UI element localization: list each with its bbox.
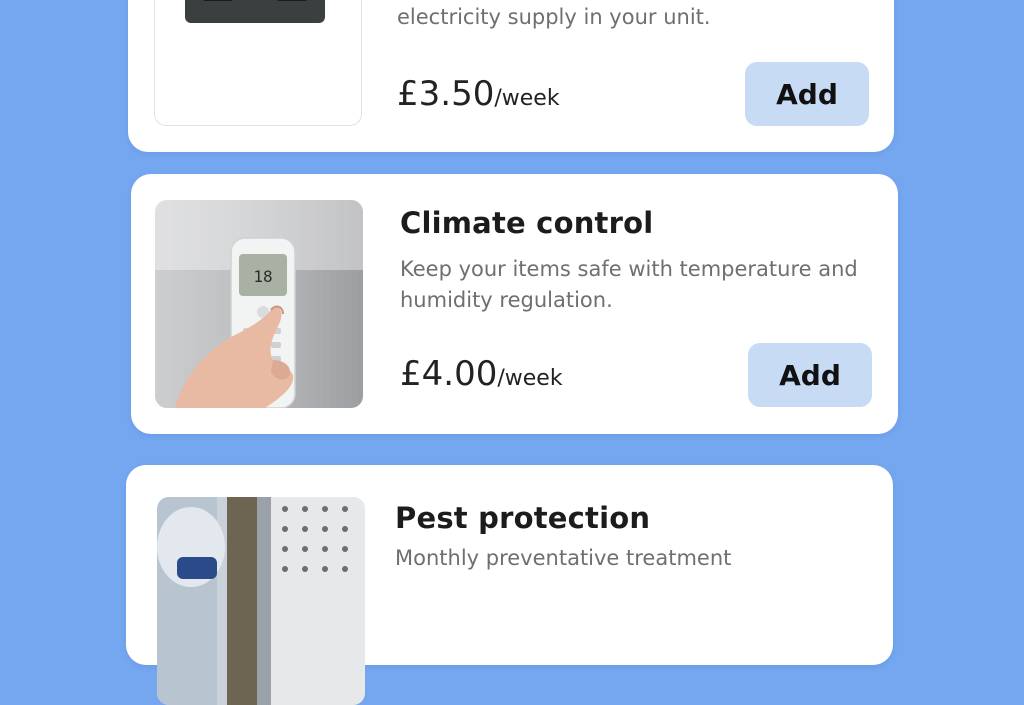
addon-thumbnail bbox=[157, 497, 365, 705]
price-unit: /week bbox=[497, 366, 563, 391]
pest-treatment-icon bbox=[157, 497, 365, 705]
addon-title: Pest protection bbox=[395, 501, 651, 535]
power-socket-icon bbox=[185, 0, 325, 23]
price-amount: £4.00 bbox=[400, 354, 498, 394]
addon-description: Monthly preventative treatment bbox=[395, 546, 732, 570]
addon-title: Climate control bbox=[400, 206, 654, 240]
addon-thumbnail bbox=[154, 0, 362, 126]
addon-card-climate-control: 18 Climate control Keep your items safe … bbox=[131, 174, 898, 434]
ac-remote-icon: 18 bbox=[155, 200, 363, 408]
price-unit: /week bbox=[494, 86, 560, 111]
addon-card-electricity: electricity supply in your unit. £3.50/w… bbox=[128, 0, 894, 152]
add-button[interactable]: Add bbox=[748, 343, 872, 407]
addon-card-pest-protection: Pest protection Monthly preventative tre… bbox=[126, 465, 893, 705]
addon-price: £3.50/week bbox=[397, 74, 560, 114]
addon-description: Keep your items safe with temperature an… bbox=[400, 257, 858, 312]
addon-thumbnail: 18 bbox=[155, 200, 363, 408]
addon-description: electricity supply in your unit. bbox=[397, 5, 711, 29]
price-amount: £3.50 bbox=[397, 74, 495, 114]
addon-price: £4.00/week bbox=[400, 354, 563, 394]
remote-display: 18 bbox=[253, 267, 272, 286]
add-button[interactable]: Add bbox=[745, 62, 869, 126]
